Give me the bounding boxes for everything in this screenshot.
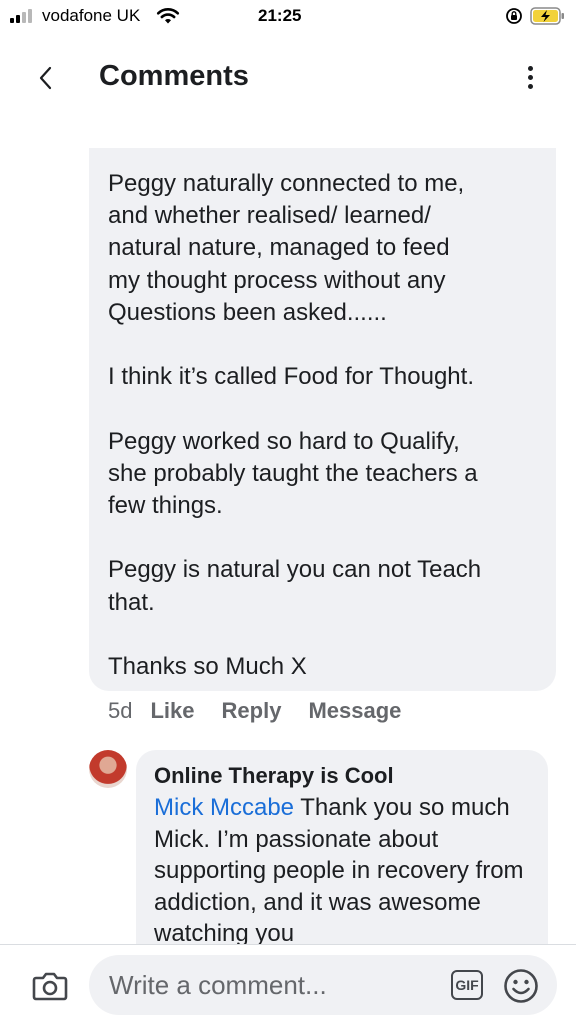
comment-line: that. xyxy=(108,588,155,616)
comment-line: Peggy is natural you can not Teach xyxy=(108,556,482,584)
comment-paragraph: Peggy worked so hard to Qualify, she pro… xyxy=(108,426,540,523)
comment-age: 5d xyxy=(108,698,133,723)
reply-text: Mick Mccabe Thank you so much Mick. I’m … xyxy=(154,792,534,950)
comment-composer: GIF xyxy=(0,944,576,1024)
comment-line: I think it’s called Food for Thought. xyxy=(108,363,474,391)
comment-line: Peggy worked so hard to Qualify, xyxy=(108,427,460,455)
comment-paragraph: I think it’s called Food for Thought. xyxy=(108,361,540,393)
clock: 21:25 xyxy=(258,6,302,25)
comment-line: my thought process without any xyxy=(108,266,446,294)
header: Comments xyxy=(0,34,576,124)
comment-paragraph: Peggy is natural you can not Teach that. xyxy=(108,554,540,618)
comment-line: Questions been asked...... xyxy=(108,298,387,326)
signal-strength-icon xyxy=(10,9,36,23)
more-dots-icon xyxy=(527,65,533,71)
comment-line: natural nature, managed to feed xyxy=(108,234,450,262)
mention-link[interactable]: Mick Mccabe xyxy=(154,794,294,821)
comment-line: few things. xyxy=(108,492,223,519)
like-button[interactable]: Like xyxy=(150,698,194,724)
chevron-left-icon xyxy=(39,66,52,90)
camera-icon[interactable] xyxy=(32,971,68,1001)
avatar[interactable] xyxy=(89,750,127,788)
comment-bubble: Peggy naturally connected to me, and whe… xyxy=(89,148,556,691)
carrier-name: vodafone UK xyxy=(42,6,141,25)
comment-line: Thanks so Much X xyxy=(108,652,307,680)
comment-line: Peggy naturally connected to me, xyxy=(108,170,465,197)
reply-button[interactable]: Reply xyxy=(222,698,282,724)
battery-charging-icon xyxy=(530,7,564,25)
comment-input[interactable] xyxy=(89,955,557,1015)
more-options-button[interactable] xyxy=(516,60,544,94)
gif-button[interactable]: GIF xyxy=(451,970,483,1000)
comment-paragraph: Peggy naturally connected to me, and whe… xyxy=(108,168,540,329)
wifi-icon xyxy=(156,8,180,24)
rotation-lock-icon xyxy=(506,8,522,24)
status-bar: vodafone UK 21:25 xyxy=(0,0,576,34)
back-button[interactable] xyxy=(30,60,60,96)
comment-paragraph: Thanks so Much X xyxy=(108,651,540,683)
comment-actions: 5d Like Reply Message xyxy=(108,698,428,724)
more-dot xyxy=(527,74,533,80)
emoji-icon[interactable] xyxy=(503,968,539,1004)
comment-line: she probably taught the teachers a xyxy=(108,459,478,487)
comment-line: and whether realised/ learned/ xyxy=(108,202,431,230)
more-dot xyxy=(527,83,533,89)
message-button[interactable]: Message xyxy=(308,698,401,724)
reply-author[interactable]: Online Therapy is Cool xyxy=(154,764,534,788)
page-title: Comments xyxy=(99,60,249,92)
